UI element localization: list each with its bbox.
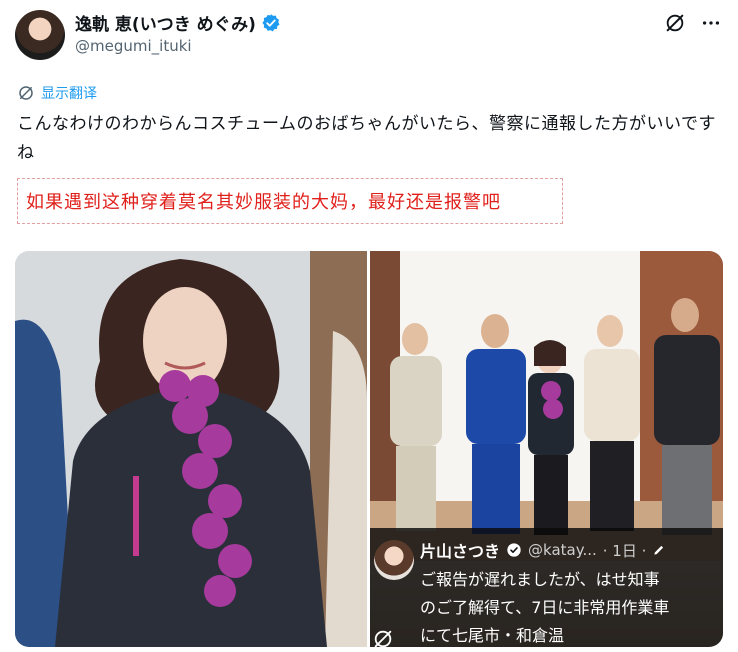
tweet-text: こんなわけのわからんコスチュームのおばちゃんがいたら、警察に通報した方がいいです… xyxy=(17,114,716,163)
translate-icon xyxy=(19,86,33,100)
woman-photo-illustration xyxy=(15,251,367,647)
user-handle[interactable]: @megumi_ituki xyxy=(75,37,192,55)
translation-box: 如果遇到这种穿着莫名其妙服装的大妈，最好还是报警吧 xyxy=(17,178,563,224)
embedded-verified-icon xyxy=(507,543,521,557)
more-icon[interactable] xyxy=(700,12,722,34)
translate-label: 显示翻译 xyxy=(41,86,97,102)
embedded-line: ご報告が遅れましたが、はせ知事 xyxy=(420,570,660,589)
embedded-line: にて七尾市・和倉温 xyxy=(420,626,565,645)
photo-left[interactable] xyxy=(15,251,367,647)
embedded-handle: @katay... xyxy=(528,541,597,559)
embedded-post-overlay: 片山さつき @katay... · 1日 · ご報告が遅れましたが、はせ知事 の… xyxy=(370,528,723,647)
show-translation-link[interactable]: 显示翻译 xyxy=(17,83,97,103)
photo-right[interactable]: 片山さつき @katay... · 1日 · ご報告が遅れましたが、はせ知事 の… xyxy=(370,251,723,647)
embedded-avatar xyxy=(374,540,414,580)
grok-icon xyxy=(374,630,392,647)
avatar[interactable] xyxy=(15,10,65,60)
grok-icon[interactable] xyxy=(664,12,686,34)
embedded-post-header: 片山さつき @katay... · 1日 · xyxy=(420,538,666,562)
edit-icon xyxy=(654,545,664,555)
embedded-name: 片山さつき xyxy=(420,542,501,561)
embedded-time: · 1日 · xyxy=(602,541,647,560)
verified-badge-icon xyxy=(262,13,280,31)
display-name[interactable]: 逸軌 恵(いつき めぐみ) xyxy=(75,10,256,35)
embedded-line: のご了解得て、7日に非常用作業車 xyxy=(420,598,670,617)
translation-text: 如果遇到这种穿着莫名其妙服装的大妈，最好还是报警吧 xyxy=(26,192,501,213)
user-name-row: 逸軌 恵(いつき めぐみ) xyxy=(75,10,281,35)
